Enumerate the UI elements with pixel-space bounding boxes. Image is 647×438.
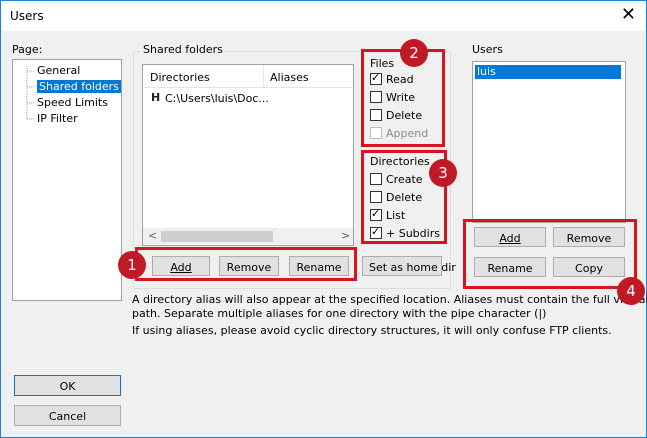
home-dir-marker: H xyxy=(151,91,161,104)
shared-folders-label: Shared folders xyxy=(141,43,225,56)
window-title: Users xyxy=(10,9,44,23)
cancel-button[interactable]: Cancel xyxy=(14,405,121,426)
users-label: Users xyxy=(472,43,503,56)
horizontal-scrollbar[interactable]: < > xyxy=(143,228,353,244)
annotation-badge-4: 4 xyxy=(617,277,645,305)
column-directories[interactable]: Directories xyxy=(150,71,210,84)
column-divider xyxy=(263,65,264,87)
title-bar: Users ✕ xyxy=(1,1,646,31)
info-line-2: path. Separate multiple aliases for one … xyxy=(132,307,547,320)
info-line-3: If using aliases, please avoid cyclic di… xyxy=(132,324,612,337)
annotation-box-4 xyxy=(463,219,637,289)
directory-path: C:\Users\luis\Doc... xyxy=(165,92,269,105)
annotation-badge-1: 1 xyxy=(118,251,146,279)
page-tree: General Shared folders Speed Limits IP F… xyxy=(12,59,122,301)
ok-button[interactable]: OK xyxy=(14,375,121,396)
users-dialog: Users ✕ Page: General Shared folders Spe… xyxy=(0,0,647,438)
annotation-box-1 xyxy=(135,247,357,281)
column-aliases[interactable]: Aliases xyxy=(270,71,309,84)
annotation-badge-3: 3 xyxy=(429,159,457,187)
info-line-1: A directory alias will also appear at th… xyxy=(132,293,647,306)
table-row[interactable]: H C:\Users\luis\Doc... xyxy=(143,89,353,107)
set-home-dir-button[interactable]: Set as home dir xyxy=(362,256,456,276)
annotation-box-2 xyxy=(361,49,445,147)
scroll-right-icon[interactable]: > xyxy=(341,229,350,242)
list-item[interactable]: luis xyxy=(475,65,621,79)
tree-item-general[interactable]: General xyxy=(37,64,80,77)
close-icon[interactable]: ✕ xyxy=(621,4,636,26)
tree-item-ip-filter[interactable]: IP Filter xyxy=(37,112,78,125)
scroll-thumb[interactable] xyxy=(161,231,273,242)
list-header: Directories Aliases xyxy=(143,65,353,88)
directories-list[interactable]: Directories Aliases H C:\Users\luis\Doc.… xyxy=(142,64,354,246)
users-list[interactable]: luis xyxy=(472,61,626,223)
tree-item-speed-limits[interactable]: Speed Limits xyxy=(37,96,108,109)
page-label: Page: xyxy=(12,43,43,56)
scroll-left-icon[interactable]: < xyxy=(148,229,157,242)
tree-item-shared-folders[interactable]: Shared folders xyxy=(37,80,121,93)
annotation-badge-2: 2 xyxy=(400,39,428,67)
